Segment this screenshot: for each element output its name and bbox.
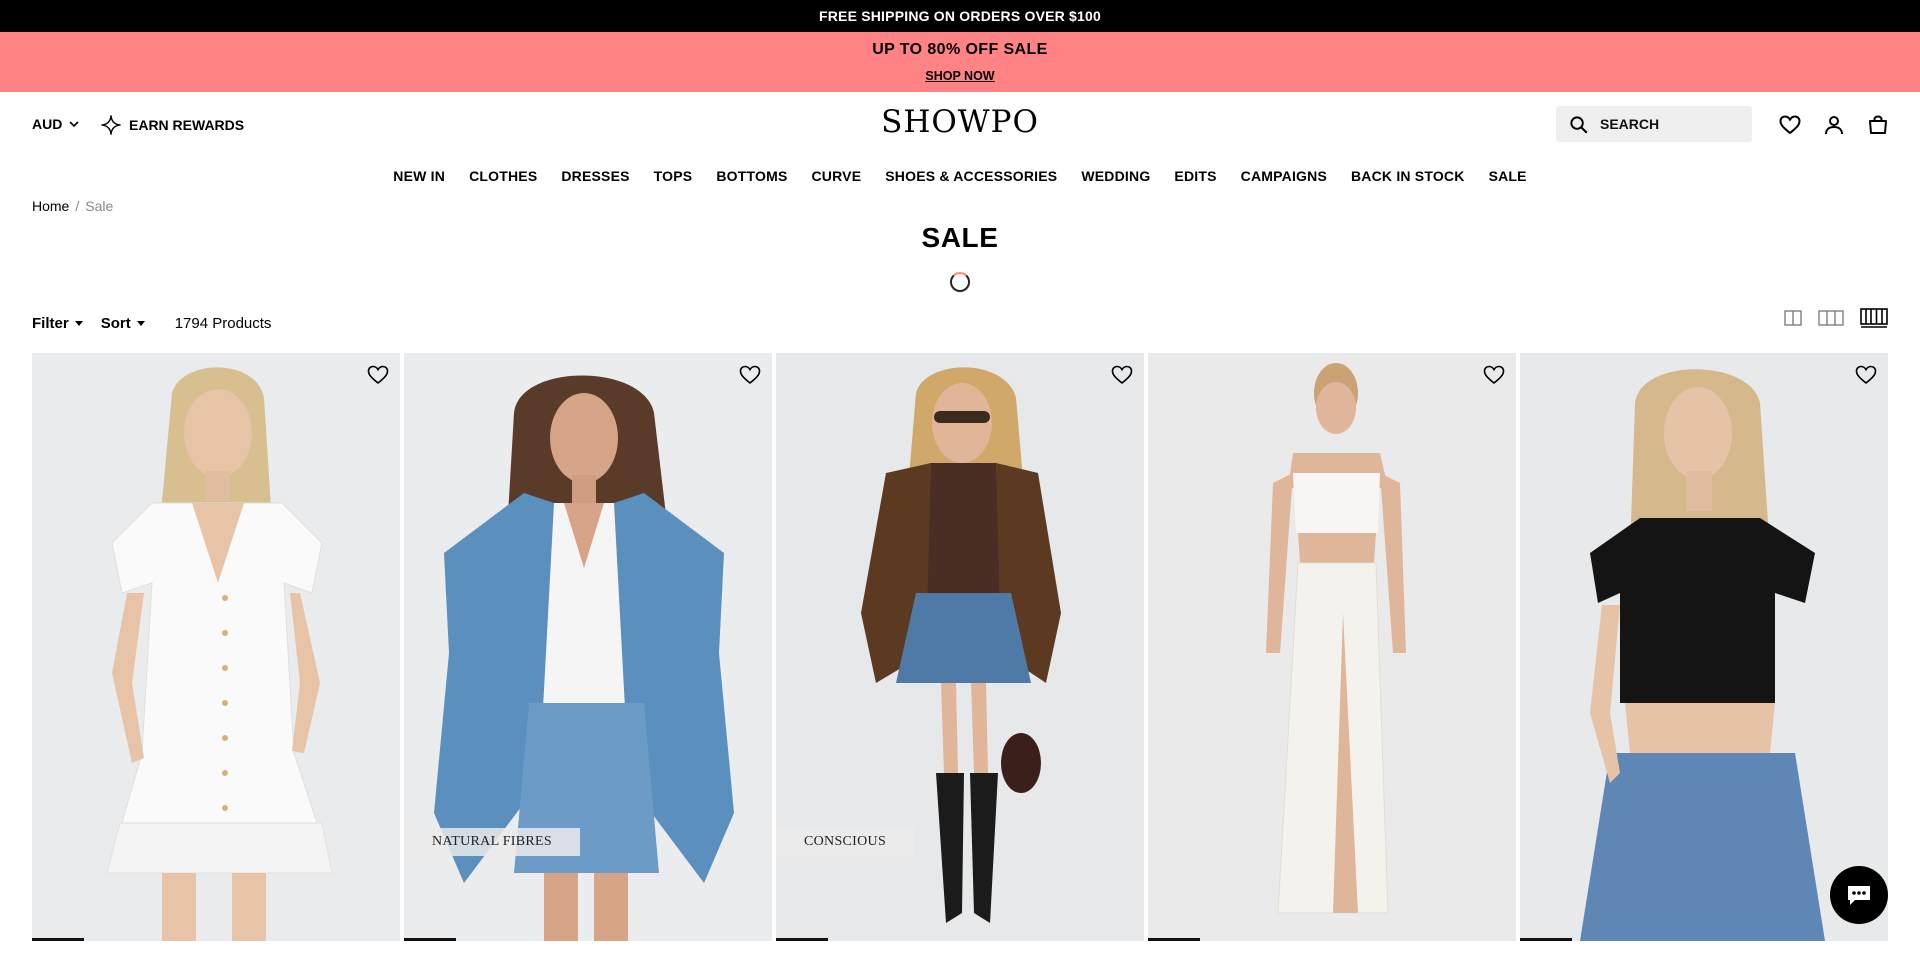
- announcement-text: FREE SHIPPING ON ORDERS OVER $100: [818, 8, 1101, 24]
- product-image: [32, 353, 400, 941]
- nav-new-in[interactable]: NEW IN: [393, 168, 445, 184]
- product-card[interactable]: [32, 353, 400, 941]
- breadcrumb: Home / Sale: [32, 198, 113, 214]
- cart-button[interactable]: [1866, 113, 1890, 137]
- image-progress-bar: [404, 938, 456, 941]
- filter-label: Filter: [32, 314, 69, 332]
- grid-3-icon: [1818, 310, 1844, 326]
- grid-5-column-button[interactable]: [1860, 308, 1888, 328]
- nav-campaigns[interactable]: CAMPAIGNS: [1241, 168, 1327, 184]
- image-progress-bar: [776, 938, 828, 941]
- loading-spinner-icon: [950, 272, 970, 292]
- nav-wedding[interactable]: WEDDING: [1081, 168, 1150, 184]
- page-title: SALE: [921, 222, 999, 253]
- heart-icon[interactable]: [738, 363, 762, 387]
- image-progress-bar: [1148, 938, 1200, 941]
- banner-headline: UP TO 80% OFF SALE: [872, 41, 1048, 58]
- grid-2-icon: [1784, 310, 1802, 326]
- breadcrumb-separator: /: [75, 198, 80, 214]
- user-icon: [1825, 116, 1843, 135]
- grid-view-toggles: [1784, 308, 1888, 328]
- image-progress-bar: [32, 938, 84, 941]
- heart-icon[interactable]: [1110, 363, 1134, 387]
- product-tag: CONSCIOUS: [776, 828, 915, 856]
- heart-icon: [1779, 115, 1801, 135]
- account-button[interactable]: [1822, 113, 1846, 137]
- product-card[interactable]: [1148, 353, 1516, 941]
- search-icon: [1570, 115, 1588, 133]
- product-image: [1148, 353, 1516, 941]
- grid-2-column-button[interactable]: [1784, 310, 1802, 326]
- search-input[interactable]: [1598, 115, 1738, 133]
- search-box[interactable]: [1556, 106, 1752, 142]
- nav-curve[interactable]: CURVE: [811, 168, 861, 184]
- product-image: [1520, 353, 1888, 941]
- main-nav: NEW IN CLOTHES DRESSES TOPS BOTTOMS CURV…: [0, 158, 1920, 194]
- caret-down-icon: [74, 320, 83, 326]
- grid-5-icon: [1860, 308, 1888, 328]
- heart-icon[interactable]: [366, 363, 390, 387]
- announcement-bar: FREE SHIPPING ON ORDERS OVER $100: [0, 0, 1920, 32]
- sort-label: Sort: [100, 314, 131, 332]
- site-header: AUD EARN REWARDS SHOWPO: [0, 92, 1920, 158]
- caret-down-icon: [136, 320, 145, 326]
- heart-icon[interactable]: [1482, 363, 1506, 387]
- product-count: 1794 Products: [174, 314, 272, 332]
- shop-now-link[interactable]: SHOP NOW: [925, 69, 994, 83]
- nav-edits[interactable]: EDITS: [1174, 168, 1216, 184]
- sort-button[interactable]: Sort: [101, 315, 145, 332]
- nav-clothes[interactable]: CLOTHES: [469, 168, 537, 184]
- sale-banner: UP TO 80% OFF SALE SHOP NOW: [0, 32, 1920, 92]
- nav-tops[interactable]: TOPS: [654, 168, 693, 184]
- nav-sale[interactable]: SALE: [1489, 168, 1527, 184]
- nav-back-in-stock[interactable]: BACK IN STOCK: [1351, 168, 1465, 184]
- wishlist-button[interactable]: [1778, 113, 1802, 137]
- product-tag: NATURAL FIBRES: [404, 828, 580, 856]
- filter-button[interactable]: Filter: [32, 315, 83, 332]
- chat-button[interactable]: [1830, 866, 1888, 924]
- nav-dresses[interactable]: DRESSES: [561, 168, 629, 184]
- nav-bottoms[interactable]: BOTTOMS: [716, 168, 787, 184]
- product-card[interactable]: CONSCIOUS: [776, 353, 1144, 941]
- grid-3-column-button[interactable]: [1818, 310, 1844, 326]
- bag-icon: [1869, 115, 1887, 134]
- product-grid: NATURAL FIBRES CONSCIOUS: [32, 353, 1888, 953]
- heart-icon[interactable]: [1854, 363, 1878, 387]
- listing-toolbar: Filter Sort 1794 Products: [32, 312, 271, 334]
- nav-shoes-accessories[interactable]: SHOES & ACCESSORIES: [885, 168, 1057, 184]
- breadcrumb-current: Sale: [85, 198, 114, 214]
- product-card[interactable]: NATURAL FIBRES: [404, 353, 772, 941]
- breadcrumb-home[interactable]: Home: [32, 198, 69, 214]
- image-progress-bar: [1520, 938, 1572, 941]
- product-card[interactable]: [1520, 353, 1888, 941]
- chat-icon: [1848, 886, 1870, 905]
